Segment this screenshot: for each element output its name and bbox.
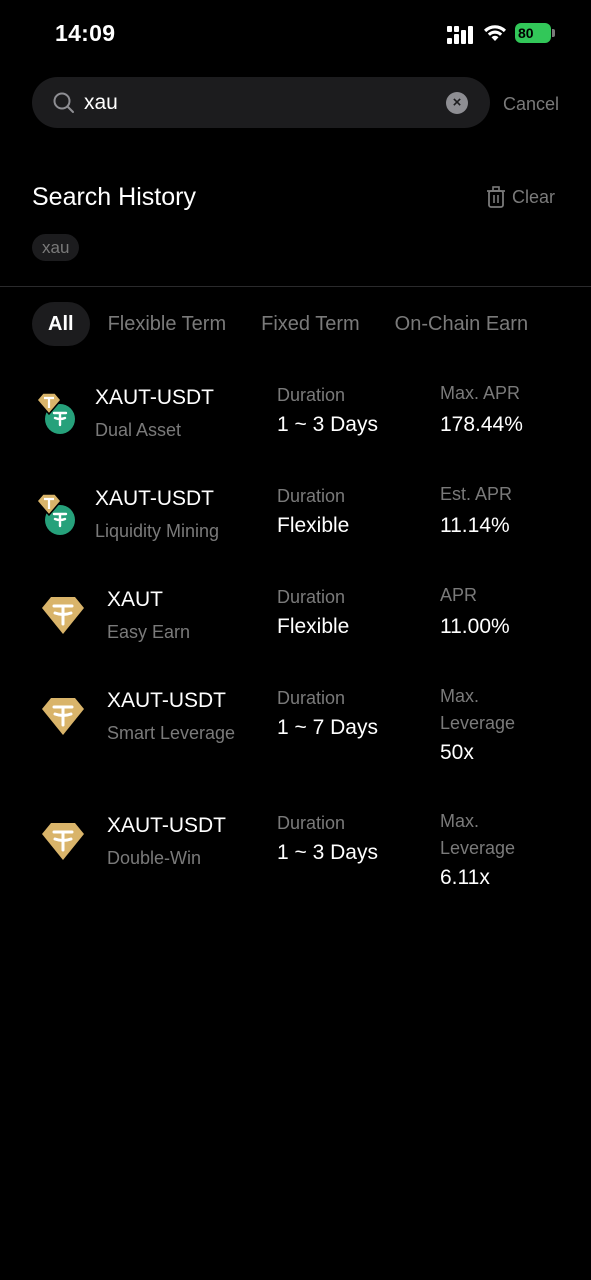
- clear-history-button[interactable]: Clear: [486, 186, 555, 208]
- cancel-button[interactable]: Cancel: [503, 94, 559, 115]
- list-item[interactable]: XAUT Easy Earn Duration Flexible APR 11.…: [0, 582, 591, 662]
- xaut-usdt-pair-icon: [36, 392, 75, 434]
- result-name: XAUT-USDT: [107, 814, 227, 837]
- rate-label: Max. Leverage: [440, 811, 516, 858]
- list-item[interactable]: XAUT-USDT Dual Asset Duration 1 ~ 3 Days…: [0, 380, 591, 460]
- tab-fixed-term[interactable]: Fixed Term: [261, 313, 360, 336]
- rate-label: Max. APR: [440, 383, 521, 403]
- result-product: Smart Leverage: [107, 723, 236, 743]
- tab-flexible-term[interactable]: Flexible Term: [108, 313, 227, 336]
- status-time: 14:09: [55, 20, 116, 46]
- result-name: XAUT: [107, 588, 164, 611]
- result-product: Dual Asset: [95, 420, 182, 440]
- result-product: Easy Earn: [107, 622, 191, 642]
- rate-value: 6.11x: [440, 866, 490, 889]
- duration-label: Duration: [277, 486, 346, 506]
- search-bar[interactable]: ×: [32, 77, 490, 128]
- clear-history-label: Clear: [512, 186, 556, 207]
- tab-all[interactable]: All: [32, 302, 90, 346]
- result-name: XAUT-USDT: [95, 487, 215, 510]
- list-item[interactable]: XAUT-USDT Smart Leverage Duration 1 ~ 7 …: [0, 683, 591, 793]
- rate-value: 11.00%: [440, 615, 510, 638]
- result-product: Liquidity Mining: [95, 521, 220, 541]
- wifi-icon: [484, 25, 506, 41]
- xaut-gold-icon: [42, 597, 84, 634]
- rate-label: Max. Leverage: [440, 686, 516, 733]
- battery-indicator: 80: [515, 23, 555, 43]
- duration-value: Flexible: [277, 615, 350, 638]
- duration-label: Duration: [277, 813, 346, 833]
- section-divider: [0, 286, 591, 287]
- trash-icon: [487, 186, 505, 208]
- list-item[interactable]: XAUT-USDT Double-Win Duration 1 ~ 3 Days…: [0, 808, 591, 918]
- xaut-gold-icon: [42, 823, 84, 860]
- result-name: XAUT-USDT: [107, 689, 227, 712]
- rate-value: 178.44%: [440, 413, 523, 436]
- rate-label: Est. APR: [440, 484, 513, 504]
- history-chip[interactable]: xau: [32, 234, 80, 261]
- tab-on-chain-earn[interactable]: On-Chain Earn: [395, 313, 528, 336]
- duration-value: 1 ~ 7 Days: [277, 716, 378, 739]
- duration-value: 1 ~ 3 Days: [277, 841, 378, 864]
- result-product: Double-Win: [107, 848, 202, 868]
- xaut-usdt-pair-icon: [36, 493, 75, 535]
- rate-value: 11.14%: [440, 514, 510, 537]
- xaut-gold-icon: [42, 698, 84, 735]
- result-name: XAUT-USDT: [95, 386, 215, 409]
- status-bar: 14:09 80: [0, 0, 591, 68]
- duration-value: Flexible: [277, 514, 350, 537]
- duration-label: Duration: [277, 587, 346, 607]
- search-history-title: Search History: [32, 183, 196, 211]
- list-item[interactable]: XAUT-USDT Liquidity Mining Duration Flex…: [0, 481, 591, 561]
- duration-label: Duration: [277, 385, 346, 405]
- rate-label: APR: [440, 585, 478, 605]
- search-input[interactable]: [84, 85, 444, 120]
- category-tabs: All Flexible Term Fixed Term On-Chain Ea…: [32, 302, 563, 346]
- duration-label: Duration: [277, 688, 346, 708]
- duration-value: 1 ~ 3 Days: [277, 413, 378, 436]
- rate-value: 50x: [440, 741, 474, 764]
- search-icon: [53, 92, 74, 113]
- clear-search-icon[interactable]: ×: [446, 92, 468, 114]
- cellular-signal-icon: [447, 26, 473, 44]
